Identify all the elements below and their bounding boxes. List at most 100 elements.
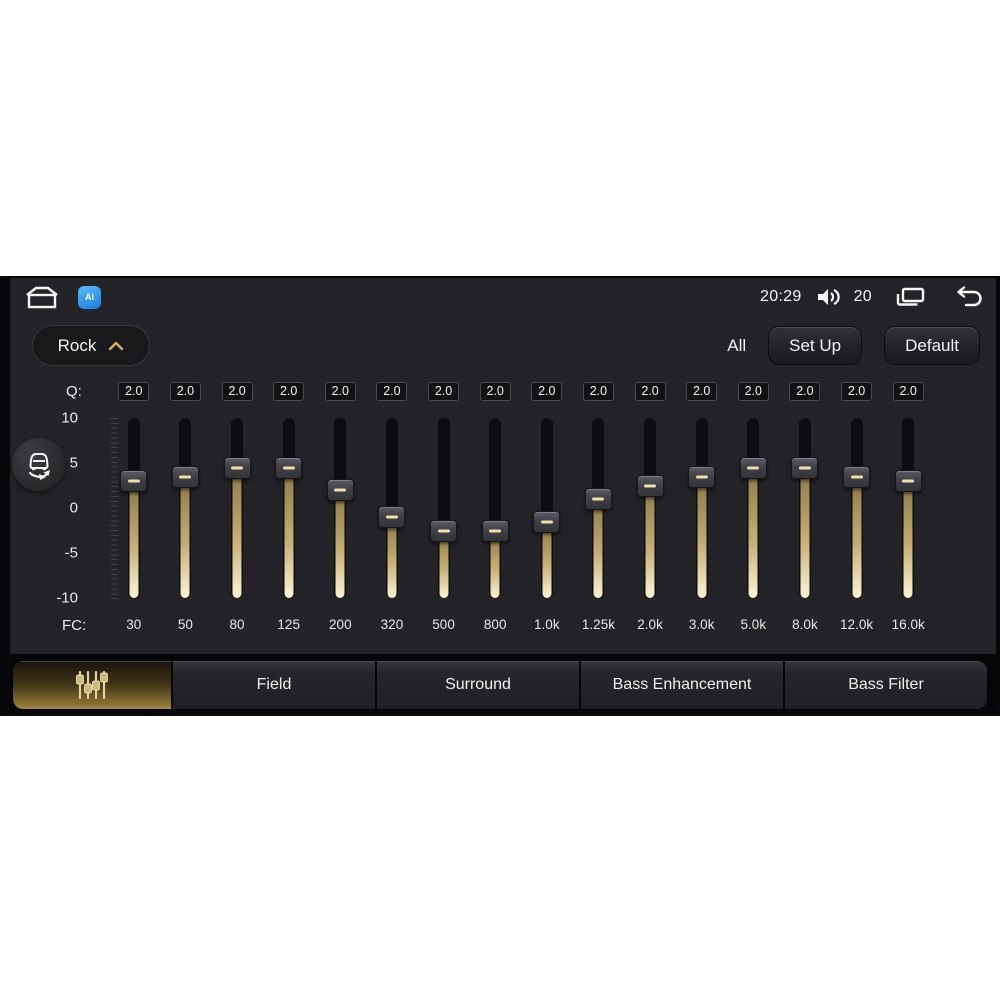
slider-thumb[interactable]	[223, 456, 251, 479]
ai-music-app-icon[interactable]: Ai	[78, 285, 101, 309]
gain-slider[interactable]	[430, 418, 458, 598]
eq-band-50: 2.0 50	[160, 382, 212, 632]
fc-frequency-label: 3.0k	[688, 617, 715, 632]
gain-slider[interactable]	[275, 418, 303, 598]
slider-fill	[800, 467, 810, 598]
fc-frequency-label: 30	[126, 617, 142, 632]
slider-fill	[387, 517, 397, 598]
gain-slider[interactable]	[894, 418, 922, 598]
slider-fill	[748, 467, 758, 598]
tab-bass-filter[interactable]: Bass Filter	[783, 661, 987, 709]
slider-fill	[542, 521, 552, 598]
slider-fill	[852, 476, 862, 598]
q-value-box[interactable]: 2.0	[582, 382, 614, 401]
slider-fill	[284, 467, 294, 598]
q-value-box[interactable]: 2.0	[273, 382, 305, 401]
slider-fill	[697, 476, 707, 598]
slider-thumb[interactable]	[275, 456, 303, 479]
slider-thumb[interactable]	[430, 519, 458, 542]
q-value-box[interactable]: 2.0	[221, 382, 253, 401]
slider-thumb[interactable]	[894, 470, 922, 492]
recent-apps-icon[interactable]	[894, 285, 926, 309]
eq-sliders-icon	[76, 670, 108, 700]
gain-slider[interactable]	[223, 418, 251, 598]
slider-thumb[interactable]	[636, 474, 664, 497]
tab-equalizer[interactable]	[13, 661, 171, 709]
q-value-box[interactable]: 2.0	[841, 382, 873, 401]
all-label[interactable]: All	[727, 336, 746, 356]
q-value-box[interactable]: 2.0	[428, 382, 460, 401]
eq-band-5.0k: 2.0 5.0k	[728, 382, 780, 632]
tab-field[interactable]: Field	[171, 661, 375, 709]
tab-surround[interactable]: Surround	[375, 661, 579, 709]
slider-thumb[interactable]	[688, 465, 716, 488]
fc-frequency-label: 200	[329, 617, 352, 632]
q-value-box[interactable]: 2.0	[737, 382, 769, 401]
slider-thumb[interactable]	[326, 479, 354, 501]
fc-frequency-label: 1.0k	[534, 617, 560, 632]
q-value-box[interactable]: 2.0	[479, 382, 511, 401]
gain-slider[interactable]	[171, 418, 199, 598]
gain-slider[interactable]	[739, 418, 767, 598]
gain-slider[interactable]	[688, 418, 716, 598]
slider-thumb[interactable]	[843, 465, 871, 488]
scale-label-0: 0	[69, 499, 78, 517]
gain-slider[interactable]	[378, 418, 406, 598]
scale-label-neg10: -10	[56, 589, 78, 607]
preset-dropdown[interactable]: Rock	[32, 325, 150, 366]
gain-slider[interactable]	[481, 418, 509, 598]
q-value-box[interactable]: 2.0	[118, 382, 150, 401]
fc-frequency-label: 12.0k	[840, 617, 874, 632]
slider-thumb[interactable]	[584, 488, 612, 510]
slider-fill	[232, 467, 242, 598]
fc-frequency-label: 320	[380, 617, 404, 632]
fc-frequency-label: 16.0k	[891, 617, 925, 632]
speaker-volume-icon[interactable]	[816, 286, 840, 308]
slider-fill	[180, 476, 190, 598]
q-value-box[interactable]: 2.0	[324, 382, 356, 401]
gain-slider[interactable]	[584, 418, 612, 598]
gain-slider[interactable]	[120, 418, 148, 598]
slider-fill	[593, 499, 603, 598]
default-button[interactable]: Default	[884, 326, 980, 365]
volume-level-text: 20	[853, 288, 872, 305]
gain-slider[interactable]	[843, 418, 871, 598]
fc-frequency-label: 80	[229, 617, 245, 632]
slider-thumb[interactable]	[120, 470, 148, 492]
q-value-box[interactable]: 2.0	[634, 382, 666, 401]
eq-band-30: 2.0 30	[108, 382, 160, 632]
eq-band-80: 2.0 80	[211, 382, 263, 632]
bottom-tab-bar: Field Surround Bass Enhancement Bass Fil…	[12, 660, 988, 710]
fc-frequency-label: 50	[177, 617, 193, 632]
head-unit-screen: Ai 20:29 20 Rock All Set Up Default Q: F…	[0, 276, 1000, 716]
eq-band-16.0k: 2.0 16.0k	[882, 382, 934, 632]
home-icon[interactable]	[24, 284, 60, 310]
clock-text: 20:29	[760, 288, 802, 305]
q-value-box[interactable]: 2.0	[169, 382, 201, 401]
q-value-box[interactable]: 2.0	[376, 382, 408, 401]
slider-thumb[interactable]	[171, 465, 199, 488]
fc-frequency-label: 1.25k	[581, 617, 615, 632]
gain-slider[interactable]	[533, 418, 561, 598]
gain-slider[interactable]	[791, 418, 819, 598]
eq-bands: 2.0 30 2.0 50 2.0 80 2.0 125 2.0 200 2.0 320 2.0 500 2…	[108, 382, 934, 632]
preset-value: Rock	[57, 335, 97, 355]
slider-thumb[interactable]	[481, 519, 509, 542]
q-value-box[interactable]: 2.0	[531, 382, 563, 401]
eq-band-1.0k: 2.0 1.0k	[521, 382, 573, 632]
slider-thumb[interactable]	[533, 510, 561, 533]
gain-slider[interactable]	[326, 418, 354, 598]
slider-thumb[interactable]	[378, 506, 406, 528]
tab-bass-enhancement[interactable]: Bass Enhancement	[579, 661, 783, 709]
slider-thumb[interactable]	[739, 456, 767, 479]
q-value-box[interactable]: 2.0	[686, 382, 718, 401]
q-value-box[interactable]: 2.0	[789, 382, 821, 401]
q-value-box[interactable]: 2.0	[892, 382, 924, 401]
slider-fill	[645, 485, 655, 598]
back-icon[interactable]	[950, 285, 984, 309]
eq-band-800: 2.0 800	[469, 382, 521, 632]
scale-label-neg5: -5	[64, 544, 78, 562]
slider-thumb[interactable]	[791, 456, 819, 479]
gain-slider[interactable]	[636, 418, 664, 598]
setup-button[interactable]: Set Up	[768, 326, 863, 365]
